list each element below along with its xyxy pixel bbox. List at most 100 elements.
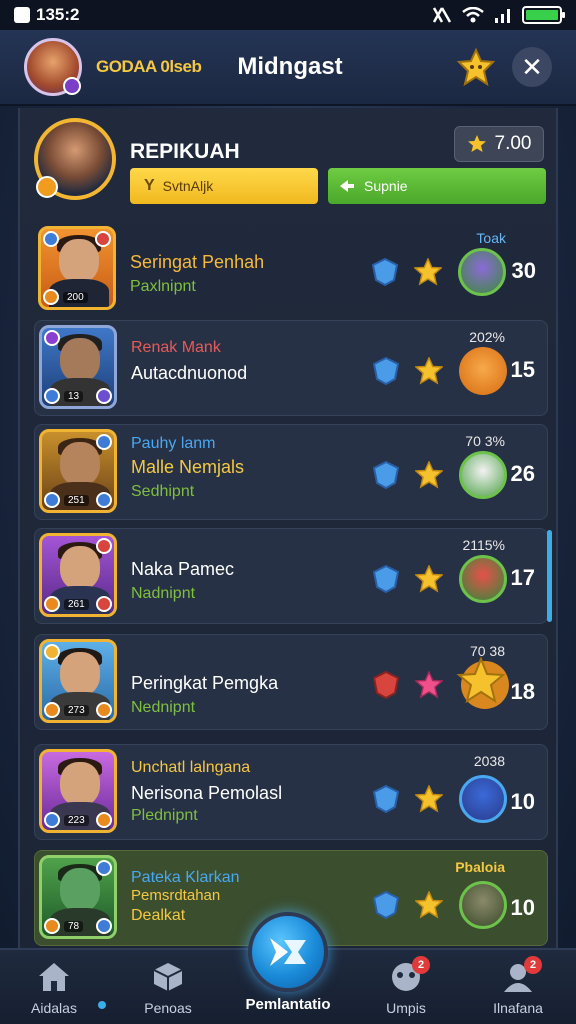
- thumb-number: 223: [64, 815, 89, 826]
- element-badge-icon: [96, 492, 112, 508]
- header-bar: GODAA 0lseb Midngast ✕: [0, 30, 576, 106]
- element-badge-icon: [44, 644, 60, 660]
- thumb-number: 273: [64, 705, 89, 716]
- leaderboard-panel: REPIKUAH 7.00 Y SvtnAljk Supnie 200 Seri…: [18, 108, 558, 948]
- row-percent: 202%: [469, 329, 505, 345]
- chat-icon: 2: [388, 956, 430, 994]
- notification-badge: 2: [524, 956, 542, 974]
- cube-icon: [150, 960, 186, 994]
- player-thumbnail: 251: [39, 429, 117, 513]
- thumb-number: 78: [64, 921, 84, 932]
- nav-item-home[interactable]: Aidalas: [4, 960, 104, 1016]
- level-badge-icon: [44, 388, 60, 404]
- player-name: Seringat Penhah: [130, 252, 265, 272]
- shield-icon: [373, 461, 399, 489]
- class-badge-icon: [95, 231, 111, 247]
- player-name: Pemsrdtahan: [131, 887, 221, 904]
- star-icon: [415, 785, 443, 813]
- close-button[interactable]: ✕: [512, 47, 552, 87]
- nav-label: Aidalas: [31, 1000, 77, 1016]
- player-subtitle: Dealkat: [131, 907, 186, 924]
- home-icon: [36, 960, 72, 994]
- battle-button[interactable]: [248, 912, 328, 992]
- nfc-icon: [432, 6, 452, 24]
- class-badge-icon: [96, 538, 112, 554]
- leaderboard-row[interactable]: 223 Unchatl lalngana Nerisona Pemolasl P…: [34, 744, 548, 840]
- player-subtitle: Paxlnipnt: [130, 278, 196, 295]
- battery-icon: [522, 6, 565, 24]
- star-icon: [415, 461, 443, 489]
- battle-icon: [270, 938, 306, 966]
- star-icon: [415, 357, 443, 385]
- secondary-button[interactable]: Supnie: [328, 168, 546, 204]
- row-percent: Pbaloia: [455, 859, 505, 875]
- shield-icon: [373, 357, 399, 385]
- player-subtitle: Sedhipnt: [131, 483, 195, 500]
- active-indicator-dot: [98, 1001, 106, 1009]
- battle-button-label: Pemlantatio: [245, 996, 331, 1013]
- level-badge-icon: [44, 492, 60, 508]
- big-star-icon: [456, 656, 509, 709]
- leaderboard-row[interactable]: 261 Naka Pamec Nadnipnt 2115% 17: [34, 528, 548, 624]
- class-badge-icon: [96, 860, 112, 876]
- star-icon: [467, 135, 486, 152]
- leaderboard-row[interactable]: 273 Peringkat Pemgka Nednipnt 70 38 18: [34, 634, 548, 730]
- star-icon: [415, 891, 443, 919]
- star-icon: [415, 565, 443, 593]
- avatar-badge-icon: [63, 77, 81, 95]
- my-score-chip: 7.00: [454, 126, 544, 162]
- level-badge-icon: [44, 596, 60, 612]
- row-rank: 26: [510, 461, 535, 486]
- leaderboard-row[interactable]: 13 Renak Mank Autacdnuonod 202% 15: [34, 320, 548, 416]
- nav-item-profile[interactable]: 2 Ilnafana: [468, 956, 568, 1016]
- player-name: Nerisona Pemolasl: [131, 783, 283, 803]
- class-badge-icon: [96, 812, 112, 828]
- row-percent: 2038: [473, 753, 505, 769]
- player-avatar[interactable]: [24, 38, 82, 96]
- row-rank: 10: [510, 789, 535, 814]
- primary-button[interactable]: Y SvtnAljk: [130, 168, 318, 204]
- leaderboard-row[interactable]: 251 Pauhy lanm Malle Nemjals Sedhipnt 70…: [34, 424, 548, 520]
- my-rank-card: REPIKUAH 7.00 Y SvtnAljk Supnie: [34, 118, 546, 218]
- level-badge-icon: [43, 289, 59, 305]
- player-subtitle: Nednipnt: [131, 699, 196, 716]
- element-badge-icon: [96, 918, 112, 934]
- hero-icon: [459, 555, 507, 603]
- shield-icon: [373, 565, 399, 593]
- status-bar: 135:2: [0, 0, 576, 30]
- my-score: 7.00: [494, 133, 532, 154]
- hero-icon: [459, 347, 507, 395]
- row-rank: 15: [510, 357, 535, 382]
- player-name: Naka Pamec: [131, 559, 235, 579]
- class-badge-icon: [96, 702, 112, 718]
- thumb-number: 261: [64, 599, 89, 610]
- row-rank: 10: [510, 895, 535, 920]
- primary-button-label: SvtnAljk: [162, 178, 214, 194]
- my-portrait[interactable]: [34, 118, 116, 200]
- player-thumbnail: 200: [38, 226, 116, 310]
- nav-item-cube[interactable]: Penoas: [118, 960, 218, 1016]
- hero-icon: [459, 451, 507, 499]
- hero-icon: [459, 775, 507, 823]
- level-badge-icon: [36, 176, 58, 198]
- star-icon: [414, 258, 442, 286]
- wifi-icon: [462, 7, 484, 23]
- crown-icon[interactable]: [456, 47, 496, 87]
- nav-item-chat[interactable]: 2 Umpis: [356, 956, 456, 1016]
- shield-icon: [373, 891, 399, 919]
- row-percent: Toak: [476, 230, 506, 246]
- shield-icon: [373, 671, 399, 699]
- thumb-number: 251: [64, 495, 89, 506]
- my-name: REPIKUAH: [130, 140, 240, 163]
- nav-label: Umpis: [386, 1000, 426, 1016]
- scrollbar-thumb[interactable]: [547, 530, 552, 622]
- row-percent: 70 3%: [465, 433, 505, 449]
- hero-icon: [458, 248, 506, 296]
- star-icon: [415, 671, 443, 699]
- level-badge-icon: [44, 812, 60, 828]
- leaderboard-row[interactable]: 200 Seringat Penhah Paxlnipnt Toak 30: [34, 222, 548, 318]
- hero-icon: [459, 881, 507, 929]
- row-rank: 17: [510, 565, 535, 590]
- player-thumbnail: 223: [39, 749, 117, 833]
- nav-label: Ilnafana: [493, 1000, 543, 1016]
